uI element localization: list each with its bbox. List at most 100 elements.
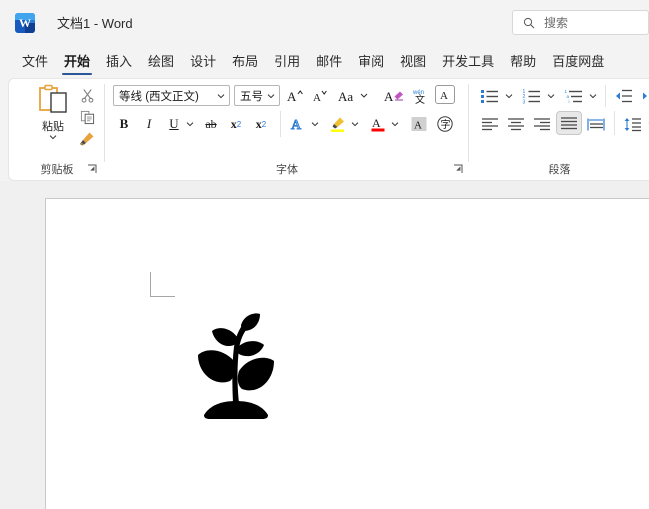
bold-button[interactable]: B [113,113,135,135]
grow-font-button[interactable]: A [284,85,306,107]
document-page[interactable] [45,198,649,509]
paste-clipboard-icon [39,84,67,113]
multilevel-list-icon: 1 a i [565,89,582,104]
underline-button[interactable]: U [163,113,185,135]
tab-baidu-netdisk[interactable]: 百度网盘 [544,48,612,78]
italic-button[interactable]: I [138,113,160,135]
shrink-font-button[interactable]: A [309,85,331,107]
font-name-combo[interactable]: 等线 (西文正文) [113,85,230,106]
svg-text:A: A [313,92,321,104]
distribute-text-icon [587,118,605,130]
tab-mailings[interactable]: 邮件 [308,48,350,78]
font-size-value: 五号 [240,90,263,103]
align-right-button[interactable] [530,113,554,135]
line-spacing-button[interactable] [621,113,645,135]
clear-formatting-icon: A [384,89,403,104]
font-color-button[interactable]: A [367,113,389,135]
character-shading-button[interactable]: A [408,113,430,135]
group-font: 等线 (西文正文) 五号 A A Aa A wén 文 A B I U ab x… [105,79,469,180]
word-app-icon: W [15,13,35,33]
highlight-pen-icon [331,117,344,132]
copy-pages-icon [80,110,94,124]
tab-view[interactable]: 视图 [392,48,434,78]
tab-design[interactable]: 设计 [182,48,224,78]
increase-indent-button[interactable] [639,85,649,107]
bullets-dropdown[interactable] [502,85,516,107]
font-color-dropdown[interactable] [388,113,402,135]
increase-indent-icon [643,92,647,100]
underline-label: U [169,116,179,131]
chevron-down-icon[interactable] [267,92,275,100]
bold-label: B [119,116,129,131]
highlight-dropdown[interactable] [348,113,362,135]
align-right-icon [534,118,550,131]
underline-dropdown[interactable] [183,113,197,135]
format-painter-button[interactable] [77,129,97,149]
document-canvas [0,181,649,509]
italic-label: I [146,116,152,131]
svg-text:A: A [291,118,302,133]
highlight-button[interactable] [327,113,349,135]
text-effects-dropdown[interactable] [308,113,322,135]
strikethrough-button[interactable]: ab [200,113,222,135]
character-border-button[interactable]: character-border-icon A [435,85,455,104]
subscript-index: 2 [236,119,242,129]
align-left-button[interactable] [478,113,502,135]
phonetic-guide-button[interactable]: wén 文 [408,85,432,107]
svg-text:i: i [569,99,570,104]
svg-text:Aa: Aa [338,89,353,104]
clipboard-dialog-launcher[interactable] [87,164,98,175]
text-effects-button[interactable]: A [287,113,309,135]
change-case-button[interactable]: Aa [336,85,374,107]
font-size-combo[interactable]: 五号 [234,85,280,106]
svg-text:A: A [414,120,422,132]
plant-seedling-graphic[interactable] [196,311,276,423]
text-effects-icon: A [291,118,303,134]
numbering-button[interactable]: 1 2 3 [520,85,544,107]
font-dialog-launcher[interactable] [453,164,464,175]
clear-formatting-button[interactable]: A [382,85,406,107]
chevron-down-icon [311,122,319,127]
tab-review[interactable]: 审阅 [350,48,392,78]
svg-text:字: 字 [441,118,451,131]
distribute-text-button[interactable] [584,113,608,135]
copy-button[interactable] [77,107,97,127]
chevron-down-icon[interactable] [217,92,225,100]
tab-help[interactable]: 帮助 [502,48,544,78]
group-paragraph: 1 2 3 1 a i 段落 [469,79,649,180]
ribbon-tab-strip: 文件 开始 插入 绘图 设计 布局 引用 邮件 审阅 视图 开发工具 帮助 百度… [0,48,649,78]
margin-corner-marker [150,272,175,297]
svg-text:A: A [440,90,448,102]
chevron-down-icon [589,94,597,99]
subscript-button[interactable]: x2 [225,113,247,135]
paste-label: 粘贴 [42,121,64,133]
tab-layout[interactable]: 布局 [224,48,266,78]
search-box[interactable]: 搜索 [512,10,649,35]
superscript-button[interactable]: x2 [250,113,272,135]
tab-home[interactable]: 开始 [56,48,98,78]
tab-file[interactable]: 文件 [14,48,56,78]
paragraph-group-label: 段落 [548,164,571,176]
tab-developer[interactable]: 开发工具 [434,48,502,78]
multilevel-list-dropdown[interactable] [586,85,600,107]
multilevel-list-button[interactable]: 1 a i [562,85,586,107]
change-case-icon: Aa [338,89,368,104]
svg-text:A: A [287,89,297,104]
bullets-button[interactable] [478,85,502,107]
font-name-value: 等线 (西文正文) [119,90,199,103]
align-center-button[interactable] [504,113,528,135]
decrease-indent-button[interactable] [612,85,636,107]
justify-button[interactable] [556,111,582,135]
enclose-character-button[interactable]: 字 [434,113,456,135]
format-painter-brush-icon [80,132,94,146]
paste-button[interactable]: 粘贴 [31,83,75,145]
line-spacing-dropdown[interactable] [645,113,649,135]
tab-references[interactable]: 引用 [266,48,308,78]
numbered-list-icon: 1 2 3 [523,89,540,104]
numbering-dropdown[interactable] [544,85,558,107]
tab-draw[interactable]: 绘图 [140,48,182,78]
tab-insert[interactable]: 插入 [98,48,140,78]
word-window: W 文档1 - Word 搜索 文件 开始 插入 绘图 设计 布局 引用 邮件 … [0,0,649,509]
cut-button[interactable] [77,85,97,105]
chevron-down-icon[interactable] [49,133,57,141]
